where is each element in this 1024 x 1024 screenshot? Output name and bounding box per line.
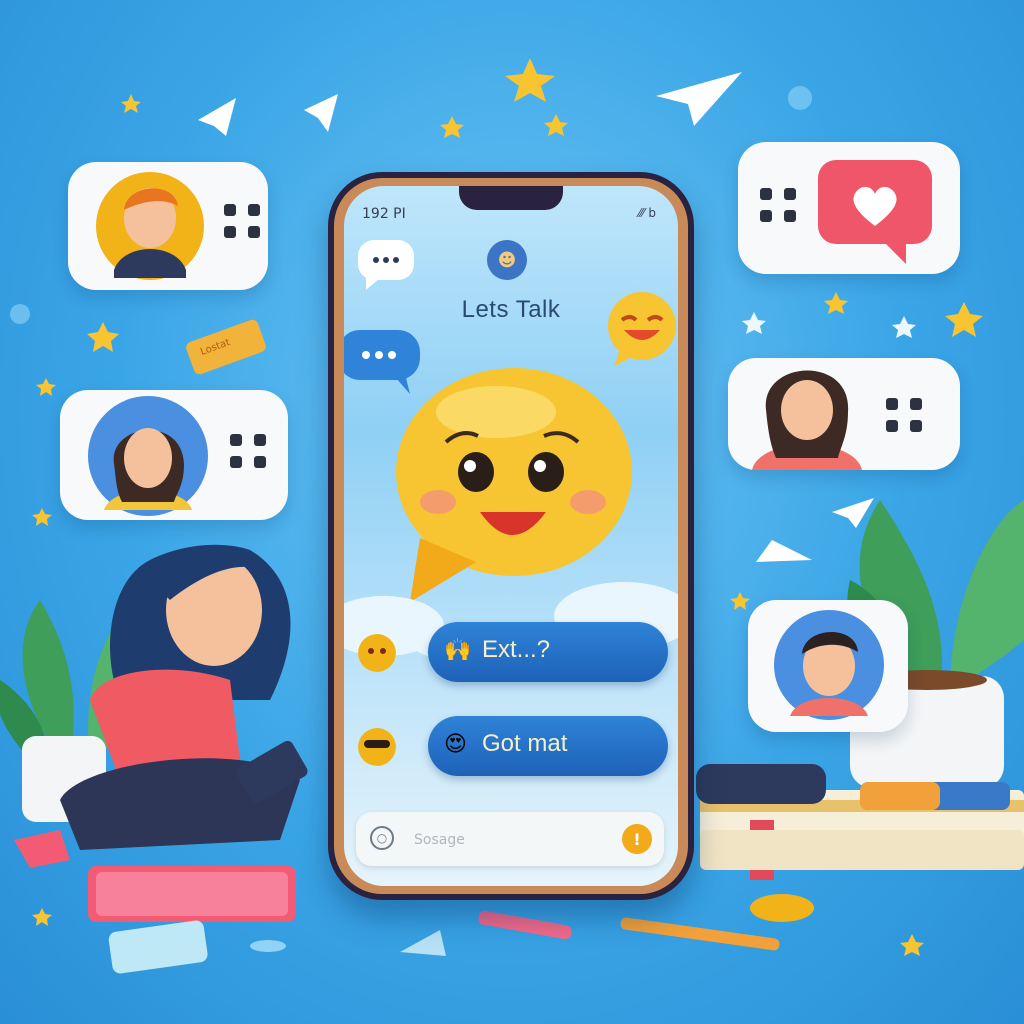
- message-input-bar: ○ !: [356, 812, 664, 866]
- chat-card-man[interactable]: [68, 162, 268, 290]
- message-row[interactable]: 🙌 Ext...?: [358, 622, 668, 682]
- man-avatar: [96, 172, 204, 280]
- message-emoji: 🙌: [444, 638, 472, 663]
- typing-dots-icon: [230, 434, 268, 468]
- sender-avatar: [358, 634, 396, 672]
- typing-dots-icon: [760, 188, 798, 222]
- status-time: 192 PI: [362, 206, 406, 222]
- girl-avatar: [752, 370, 862, 470]
- winking-emoji-icon: [608, 292, 676, 366]
- attach-icon[interactable]: ○: [370, 826, 394, 850]
- phone-notch: [459, 186, 563, 210]
- heart-icon: [818, 160, 932, 264]
- status-icons: ⁄⁄⁄ b: [638, 206, 656, 220]
- profile-avatar-icon[interactable]: ☻: [487, 240, 527, 280]
- message-row[interactable]: 😍 Got mat: [358, 716, 668, 776]
- send-button[interactable]: !: [622, 824, 652, 854]
- chat-card-guy[interactable]: [748, 600, 908, 732]
- message-text: Ext...?: [482, 636, 551, 663]
- pencil: [620, 917, 780, 951]
- message-emoji: 😍: [444, 732, 467, 757]
- message-input[interactable]: [412, 824, 596, 856]
- woman-avatar: [88, 396, 208, 516]
- smartphone: 192 PI ⁄⁄⁄ b ☻ Lets Talk 🙌 Ext...? 😍 Got…: [328, 172, 694, 900]
- coin: [750, 894, 814, 922]
- typing-dots-icon: [886, 398, 924, 432]
- chat-bubble-icon: [358, 240, 414, 290]
- chat-card-heart[interactable]: [738, 142, 960, 274]
- typing-dots-icon: [224, 204, 262, 238]
- sender-avatar: [358, 728, 396, 766]
- chat-bubble-blue-icon: [344, 330, 420, 394]
- guy-avatar: [774, 610, 884, 720]
- girl-with-tablet: [60, 544, 308, 850]
- message-bubble: 🙌 Ext...?: [428, 622, 668, 682]
- phone-screen: 192 PI ⁄⁄⁄ b ☻ Lets Talk 🙌 Ext...? 😍 Got…: [344, 186, 678, 886]
- message-text: Got mat: [482, 730, 568, 757]
- chat-card-girl[interactable]: [728, 358, 960, 470]
- chat-card-woman[interactable]: [60, 390, 288, 520]
- message-bubble: 😍 Got mat: [428, 716, 668, 776]
